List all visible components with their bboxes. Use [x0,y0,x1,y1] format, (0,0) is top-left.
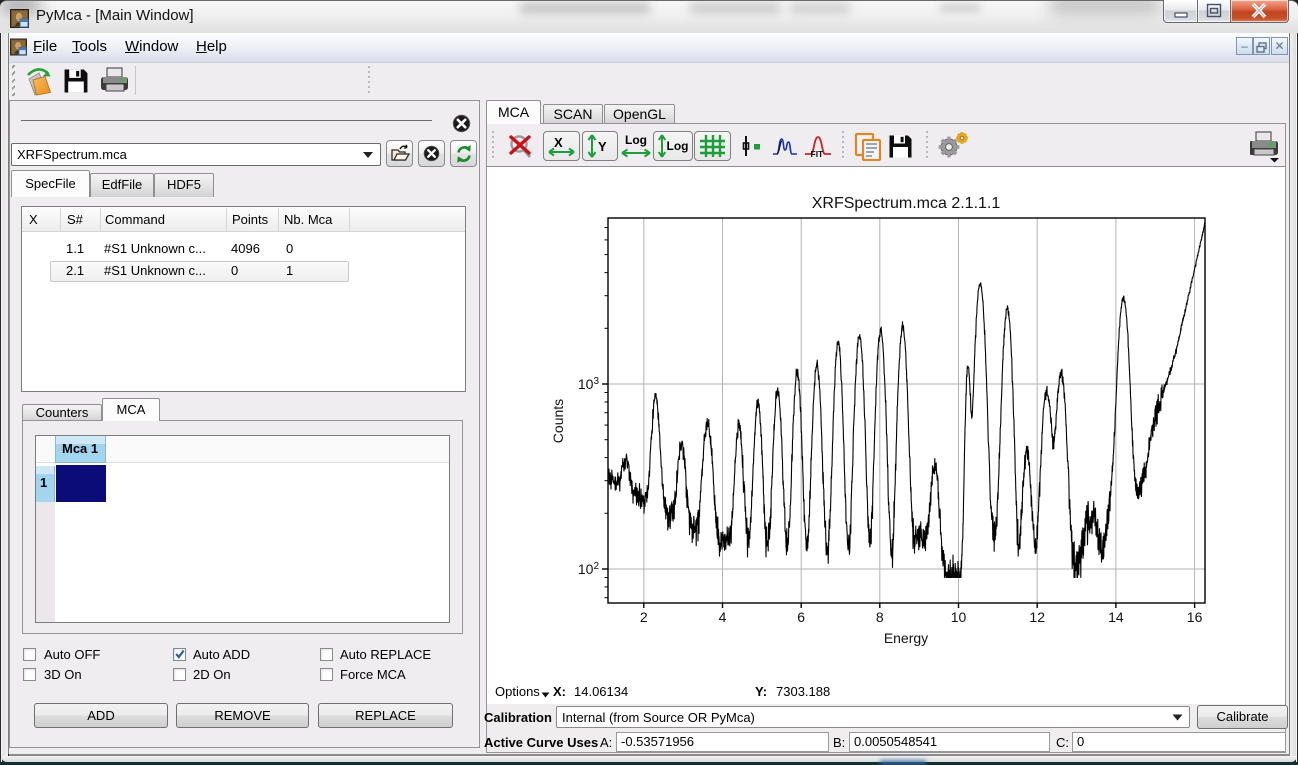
svg-text:X: X [554,135,563,150]
svg-text:FIT: FIT [811,149,825,159]
svg-text:16: 16 [1187,609,1203,625]
svg-text:XRFSpectrum.mca 2.1.1.1: XRFSpectrum.mca 2.1.1.1 [812,195,1001,212]
svg-text:4: 4 [719,609,727,625]
svg-text:8: 8 [876,609,884,625]
svg-text:Y: Y [598,139,607,154]
svg-text:Log: Log [667,139,689,153]
svg-text:10: 10 [951,609,967,625]
svg-text:14: 14 [1108,609,1124,625]
svg-text:2: 2 [640,609,648,625]
svg-text:Counts: Counts [550,399,566,443]
svg-text:Log: Log [625,133,647,147]
svg-text:6: 6 [797,609,805,625]
svg-text:Energy: Energy [884,630,928,646]
svg-text:12: 12 [1029,609,1045,625]
